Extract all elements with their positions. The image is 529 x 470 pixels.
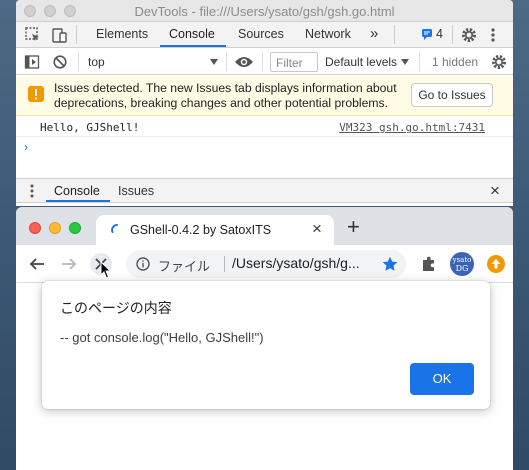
console-prompt-icon[interactable]: › (24, 140, 28, 154)
devtools-titlebar: DevTools - file:///Users/ysato/gsh/gsh.g… (16, 0, 513, 22)
divider (419, 52, 420, 71)
go-to-issues-button[interactable]: Go to Issues (411, 83, 493, 107)
log-message: Hello, GJShell! (40, 121, 140, 134)
filter-placeholder: Filter (276, 56, 303, 70)
filter-input[interactable]: Filter (270, 52, 318, 72)
divider (262, 52, 263, 71)
forward-arrow-icon[interactable] (61, 256, 77, 272)
device-toolbar-icon[interactable] (50, 26, 68, 44)
browser-tab[interactable]: GShell-0.4.2 by SatoxITS × (96, 215, 334, 245)
window-minimize-button[interactable] (49, 222, 61, 234)
tab-title: GShell-0.4.2 by SatoxITS (130, 223, 272, 237)
divider (394, 25, 395, 44)
issues-banner: Issues detected. The new Issues tab disp… (16, 76, 513, 116)
browser-tabstrip: GShell-0.4.2 by SatoxITS × + (16, 207, 513, 245)
info-icon[interactable] (136, 257, 150, 271)
issues-count: 4 (436, 27, 443, 41)
settings-gear-icon[interactable] (460, 26, 478, 44)
active-tab-indicator (160, 45, 226, 47)
console-toolbar: top Filter Default levels 1 hidden (16, 49, 513, 75)
profile-avatar[interactable]: ysato DG (450, 252, 474, 276)
drawer-tab-issues[interactable]: Issues (118, 184, 154, 198)
log-levels-dropdown[interactable]: Default levels (325, 55, 397, 69)
browser-toolbar: ファイル /Users/ysato/gsh/g... ysato DG (16, 245, 513, 283)
issues-message-icon[interactable] (421, 28, 433, 40)
tab-sources[interactable]: Sources (238, 27, 284, 41)
devtools-tabbar: Elements Console Sources Network » 4 (16, 22, 513, 48)
context-selector[interactable]: top (88, 55, 105, 69)
divider (226, 52, 227, 71)
window-zoom-button[interactable] (69, 222, 81, 234)
sidebar-toggle-icon[interactable] (24, 54, 40, 70)
divider (224, 256, 225, 272)
window-close-button[interactable] (29, 222, 41, 234)
warning-icon (28, 86, 44, 102)
address-bar[interactable]: ファイル /Users/ysato/gsh/g... (126, 250, 406, 278)
alert-message: -- got console.log("Hello, GJShell!") (60, 330, 264, 345)
back-arrow-icon[interactable] (29, 256, 45, 272)
drawer-menu-icon[interactable] (30, 184, 34, 198)
mouse-cursor-icon (100, 261, 112, 279)
ok-button[interactable]: OK (410, 363, 474, 395)
drawer-tab-console[interactable]: Console (54, 184, 100, 198)
more-options-icon[interactable] (490, 26, 496, 44)
more-tabs-button[interactable]: » (370, 25, 378, 42)
active-tab-indicator (46, 200, 110, 202)
tab-close-button[interactable]: × (312, 219, 322, 239)
tab-network[interactable]: Network (305, 27, 351, 41)
chevron-down-icon[interactable] (210, 59, 218, 65)
divider (78, 52, 79, 71)
extensions-puzzle-icon[interactable] (420, 255, 438, 273)
address-url[interactable]: /Users/ysato/gsh/g... (232, 255, 360, 271)
bookmark-star-icon[interactable] (382, 256, 398, 272)
console-log-row: Hello, GJShell! VM323 gsh.go.html:7431 (16, 117, 513, 137)
tab-elements[interactable]: Elements (96, 27, 148, 41)
hidden-count: 1 hidden (432, 55, 479, 69)
alert-dialog: このページの内容 -- got console.log("Hello, GJSh… (42, 281, 490, 409)
issues-banner-text: Issues detected. The new Issues tab disp… (54, 81, 397, 110)
window-title: DevTools - file:///Users/ysato/gsh/gsh.g… (134, 4, 395, 19)
live-expression-eye-icon[interactable] (234, 55, 254, 69)
clear-console-icon[interactable] (52, 54, 68, 70)
update-arrow-icon[interactable] (487, 255, 505, 273)
drawer-close-button[interactable]: × (490, 181, 500, 201)
divider (76, 25, 77, 44)
divider (452, 25, 453, 44)
loading-spinner-icon (110, 223, 124, 237)
chevron-down-icon[interactable] (401, 59, 409, 65)
new-tab-button[interactable]: + (347, 214, 360, 240)
address-scheme-label: ファイル (158, 259, 211, 274)
log-source-link[interactable]: VM323 gsh.go.html:7431 (339, 121, 485, 134)
tab-console[interactable]: Console (169, 27, 215, 41)
console-settings-gear-icon[interactable] (490, 53, 508, 71)
avatar-text-line2: DG (455, 264, 469, 273)
avatar-text-line1: ysato (452, 256, 472, 264)
inspect-element-icon[interactable] (24, 26, 42, 44)
devtools-window: DevTools - file:///Users/ysato/gsh/gsh.g… (16, 0, 513, 206)
alert-title: このページの内容 (60, 300, 172, 316)
drawer-tabbar: Console Issues × (16, 178, 513, 203)
